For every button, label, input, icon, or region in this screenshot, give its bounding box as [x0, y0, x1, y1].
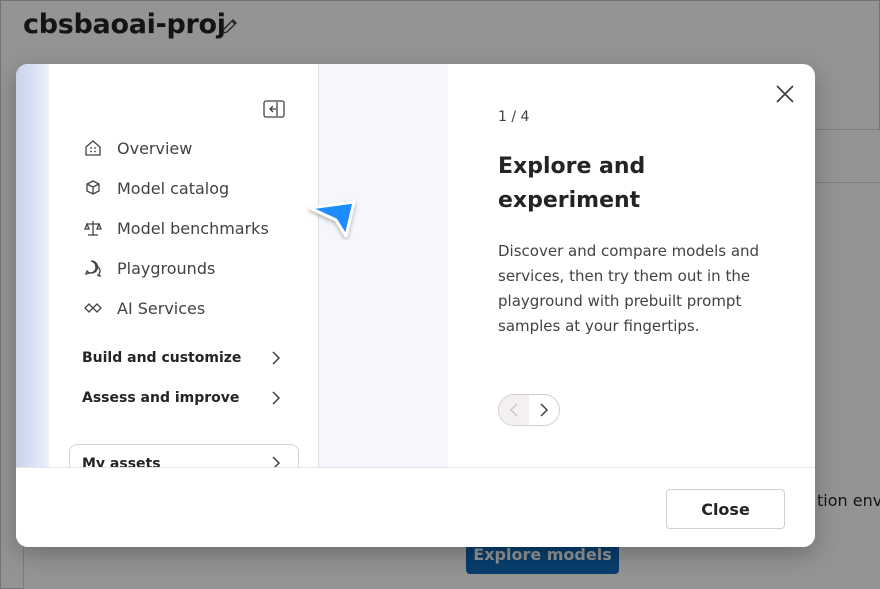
- nav-item-label: Model catalog: [117, 178, 230, 198]
- nav-panel-preview: Overview Model catalog Model benchmarks: [49, 64, 319, 467]
- chevron-right-icon: [272, 351, 281, 365]
- scale-icon: [84, 221, 102, 236]
- chat-bubbles-icon: [84, 260, 102, 278]
- tour-illustration: Overview Model catalog Model benchmarks: [16, 64, 448, 467]
- diamond-link-icon: [84, 303, 102, 313]
- chevron-right-icon: [540, 403, 549, 417]
- nav-item-label: Playgrounds: [117, 258, 216, 278]
- chevron-left-icon: [509, 403, 518, 417]
- cube-icon: [86, 180, 100, 195]
- nav-item-label: Overview: [117, 138, 193, 158]
- pointer-arrow-icon: [308, 200, 356, 238]
- dialog-footer: Close: [16, 467, 815, 547]
- nav-item-ai-services: AI Services: [83, 295, 205, 321]
- illustration-edge: [16, 64, 49, 467]
- nav-item-overview: Overview: [83, 135, 192, 161]
- my-assets-label: My assets: [82, 456, 161, 467]
- close-icon[interactable]: [773, 82, 797, 106]
- tour-heading: Explore and experiment: [498, 154, 646, 213]
- nav-item-model-catalog: Model catalog: [83, 175, 229, 201]
- tour-description: Discover and compare models and services…: [498, 242, 760, 335]
- home-grid-icon: [85, 140, 101, 156]
- nav-item-playgrounds: Playgrounds: [83, 255, 215, 281]
- next-step-button[interactable]: [529, 395, 559, 425]
- nav-group-assess-and-improve: Assess and improve: [82, 385, 282, 411]
- chevron-right-icon: [272, 456, 281, 467]
- tour-pager: [498, 394, 560, 426]
- nav-item-model-benchmarks: Model benchmarks: [83, 215, 269, 241]
- nav-group-build-and-customize: Build and customize: [82, 345, 282, 371]
- collapse-panel-icon: [263, 100, 285, 118]
- close-button[interactable]: Close: [666, 489, 785, 529]
- my-assets-section: My assets: [69, 444, 299, 467]
- chevron-right-icon: [272, 391, 281, 405]
- nav-group-label: Assess and improve: [82, 390, 240, 406]
- previous-step-button[interactable]: [499, 395, 529, 425]
- tour-content: 1 / 4 Explore and experiment Discover an…: [448, 64, 815, 467]
- tour-dialog: Overview Model catalog Model benchmarks: [16, 64, 815, 547]
- nav-item-label: AI Services: [117, 298, 206, 318]
- nav-item-label: Model benchmarks: [117, 218, 269, 238]
- step-indicator: 1 / 4: [498, 109, 530, 125]
- nav-group-label: Build and customize: [82, 350, 242, 366]
